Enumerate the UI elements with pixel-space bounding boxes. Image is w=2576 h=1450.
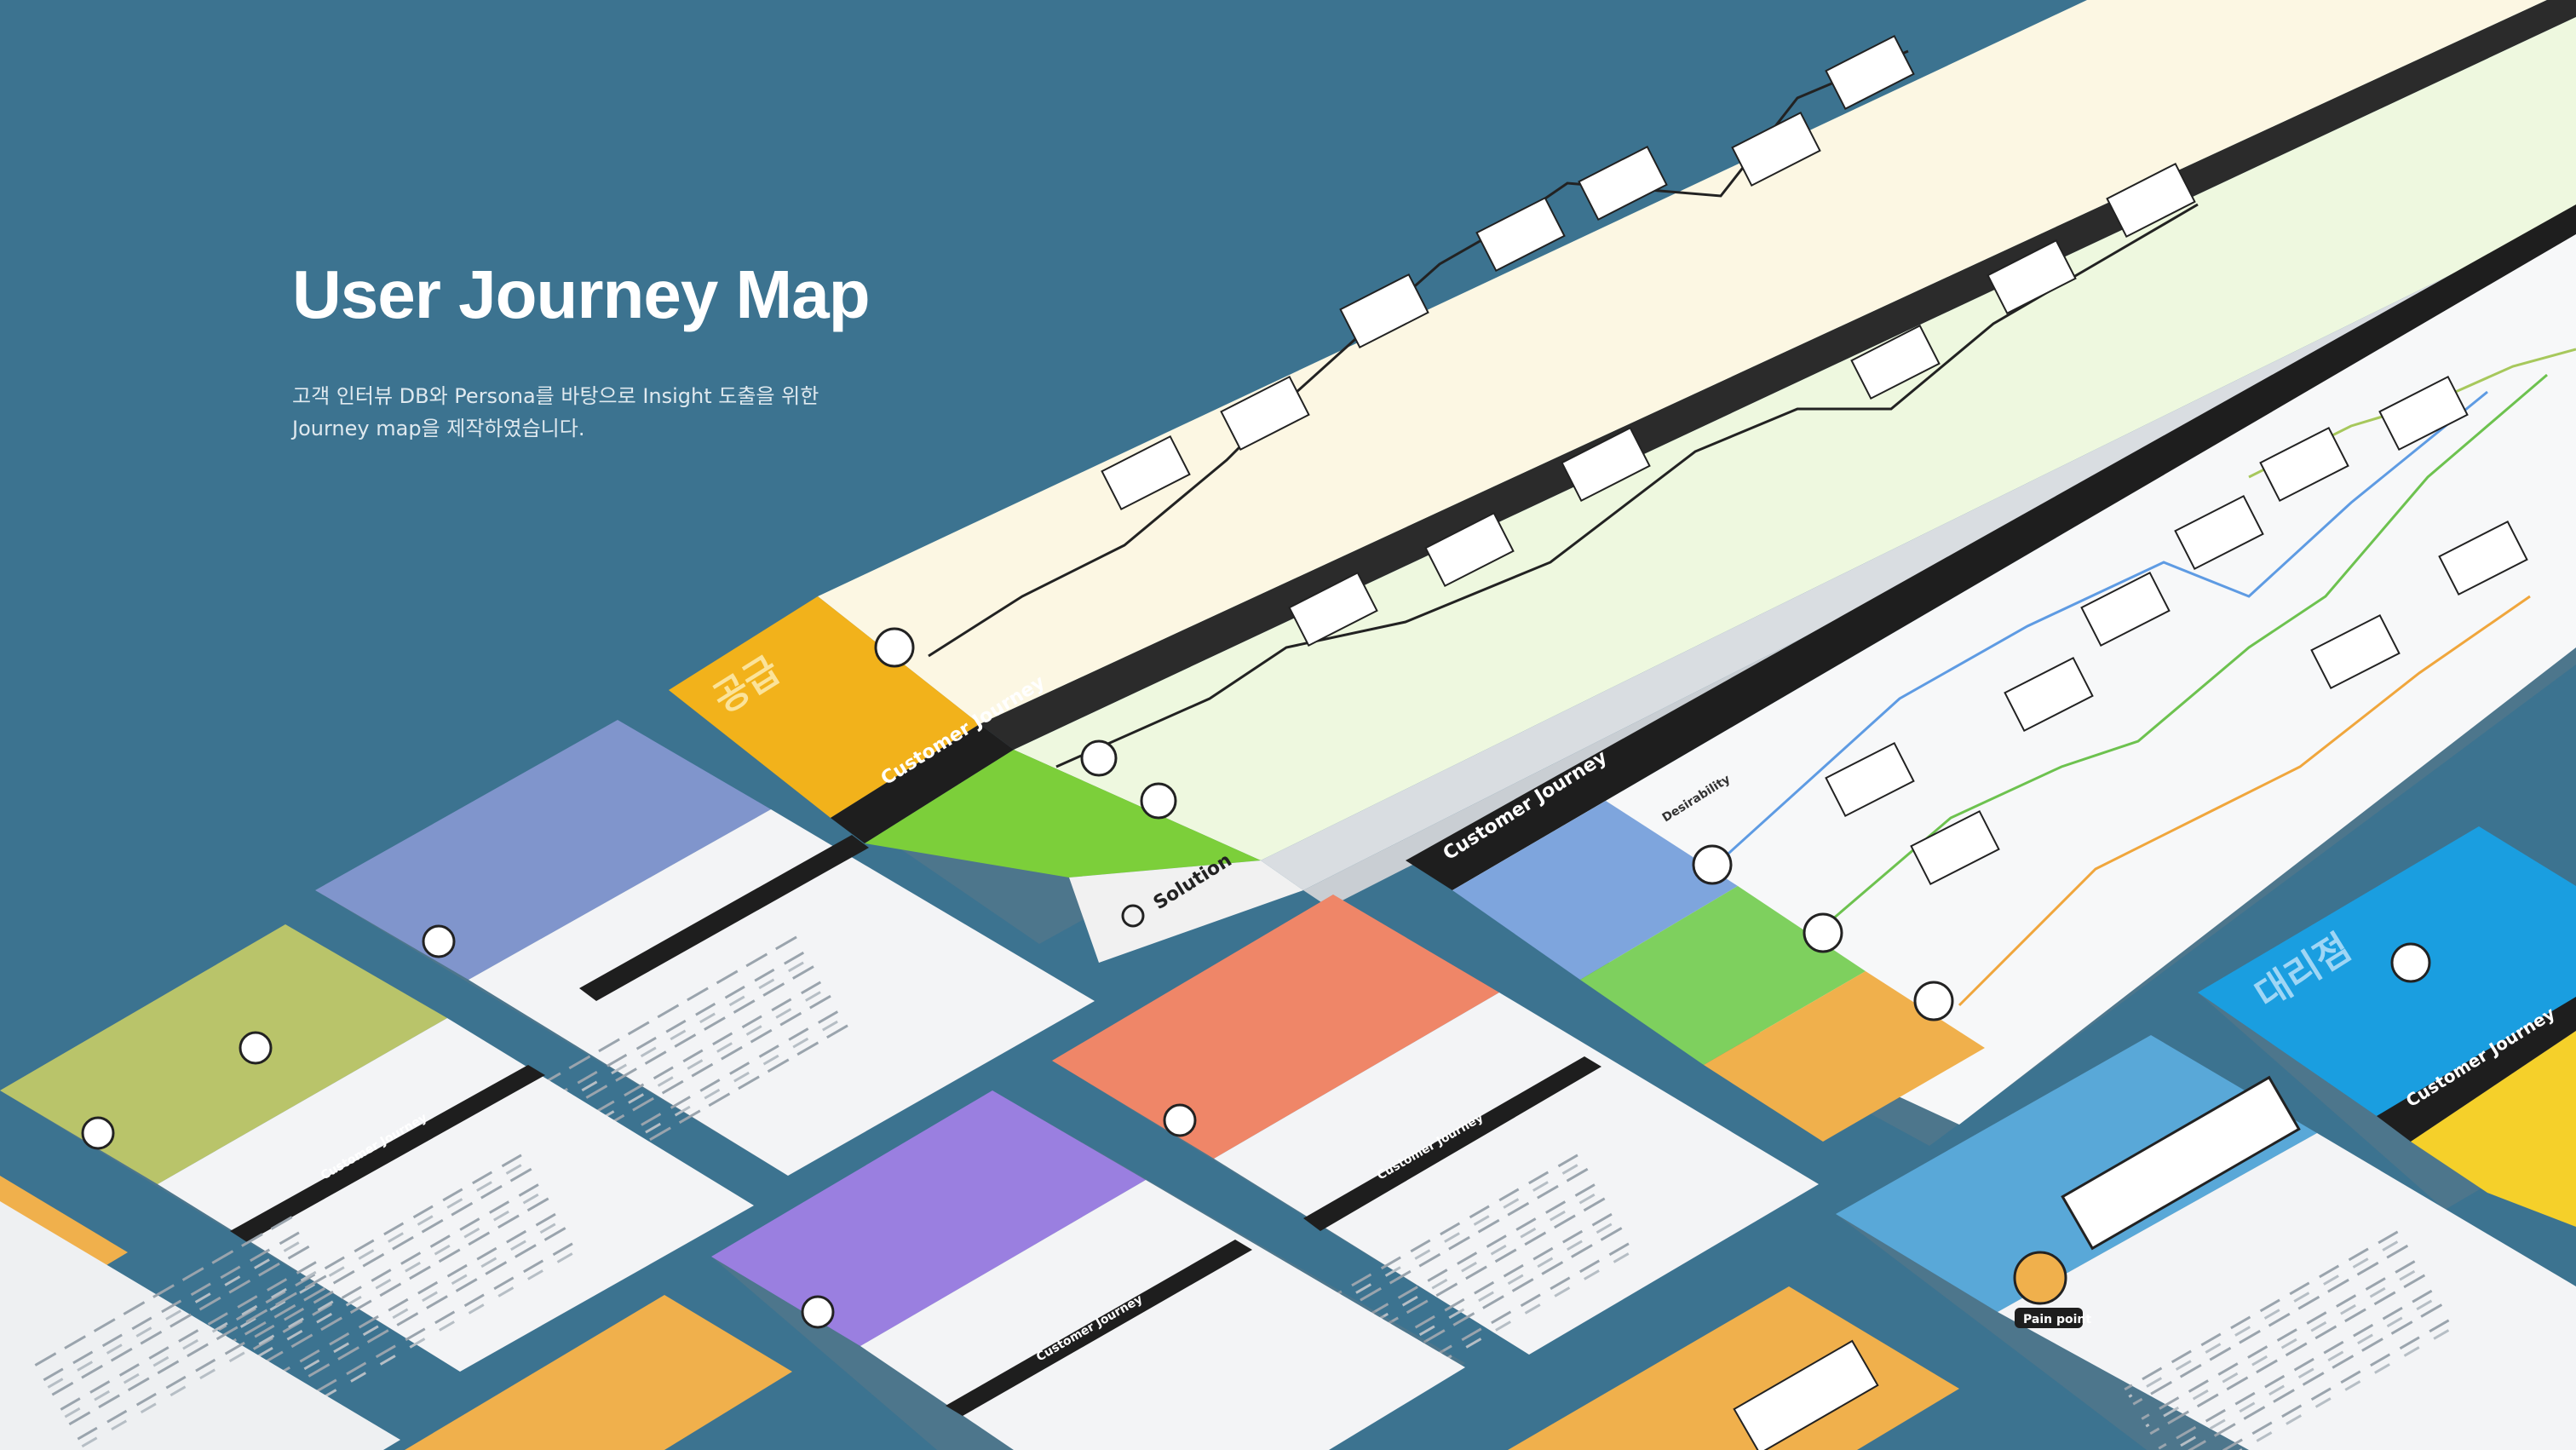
persona-avatar [1913, 981, 1954, 1021]
persona-avatar [81, 1116, 115, 1150]
persona-avatar [422, 924, 456, 958]
pain-point-label: Pain point [2023, 1313, 2091, 1326]
journey-map-collage: 공급 Customer Journey Solution Customer Jo… [0, 0, 2576, 1450]
persona-avatar [2390, 942, 2431, 983]
persona-avatar [874, 627, 915, 668]
persona-avatar [239, 1031, 273, 1065]
persona-avatar [1140, 782, 1177, 820]
persona-avatar [1692, 844, 1733, 885]
persona-avatar [1803, 912, 1843, 953]
persona-avatar [801, 1295, 835, 1329]
persona-avatar [1163, 1103, 1197, 1137]
persona-avatar [1080, 739, 1118, 777]
persona-avatar [2013, 1251, 2067, 1305]
